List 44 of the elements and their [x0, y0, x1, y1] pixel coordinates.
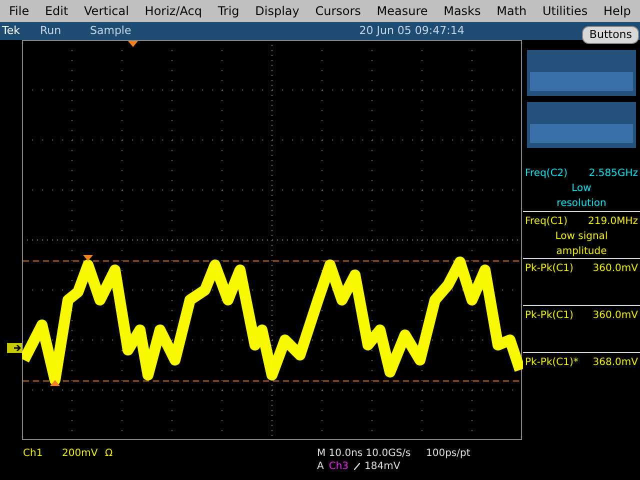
menu-item[interactable]: Utilities [541, 2, 589, 20]
menu-item[interactable]: Trig [216, 2, 240, 20]
cursor-marker-icon [83, 255, 93, 261]
measurement-value: 368.0mV [592, 356, 638, 370]
control-field[interactable] [530, 124, 633, 143]
measurement-label: Pk-Pk(C1) [525, 309, 574, 323]
rising-edge-icon [354, 463, 360, 470]
brand-label: Tek [2, 22, 21, 39]
measurement-note: Low resolution [556, 182, 608, 211]
menu-item[interactable]: Help [602, 2, 632, 20]
menu-item[interactable]: Math [496, 2, 528, 20]
menu-item[interactable]: Masks [442, 2, 482, 20]
run-state: Run [40, 22, 62, 39]
measurement-value: 360.0mV [592, 262, 638, 276]
channel-coupling: Ω [105, 447, 113, 461]
control-field[interactable] [530, 72, 633, 91]
buttons-button[interactable]: Buttons [582, 26, 639, 44]
menu-item[interactable]: Display [254, 2, 300, 20]
menu-item[interactable]: Measure [376, 2, 429, 20]
measurement-value: 360.0mV [592, 309, 638, 323]
control-panel[interactable] [527, 102, 636, 148]
timebase-setting: M 10.0ns 10.0GS/s [317, 447, 411, 461]
measurement-value: 2.585GHz [588, 167, 638, 181]
measurement-label: Pk-Pk(C1) [525, 262, 574, 276]
measurement-label: Freq(C2) [525, 167, 568, 181]
measurement-note: Low signal amplitude [554, 230, 609, 259]
sample-resolution: 100ps/pt [426, 447, 470, 461]
cursor-marker-icon [50, 380, 60, 386]
control-panel[interactable] [527, 50, 636, 96]
menu-item[interactable]: Horiz/Acq [144, 2, 203, 20]
measurement-value: 219.0MHz [588, 215, 638, 229]
menu-item[interactable]: Cursors [314, 2, 362, 20]
menu-item[interactable]: Vertical [83, 2, 130, 20]
trigger-mode: A [317, 460, 324, 474]
channel-scale: 200mV [62, 447, 98, 461]
channel-label: Ch1 [23, 447, 43, 461]
acquisition-mode: Sample [90, 22, 132, 39]
menu-item[interactable]: File [8, 2, 30, 20]
menu-item[interactable]: Edit [44, 2, 70, 20]
timestamp: 20 Jun 05 09:47:14 [359, 22, 464, 39]
measurement-label: Freq(C1) [525, 215, 568, 229]
trigger-source: Ch3 [328, 460, 349, 474]
measurement-label: Pk-Pk(C1)* [525, 356, 578, 370]
trigger-level: 184mV [364, 460, 400, 474]
